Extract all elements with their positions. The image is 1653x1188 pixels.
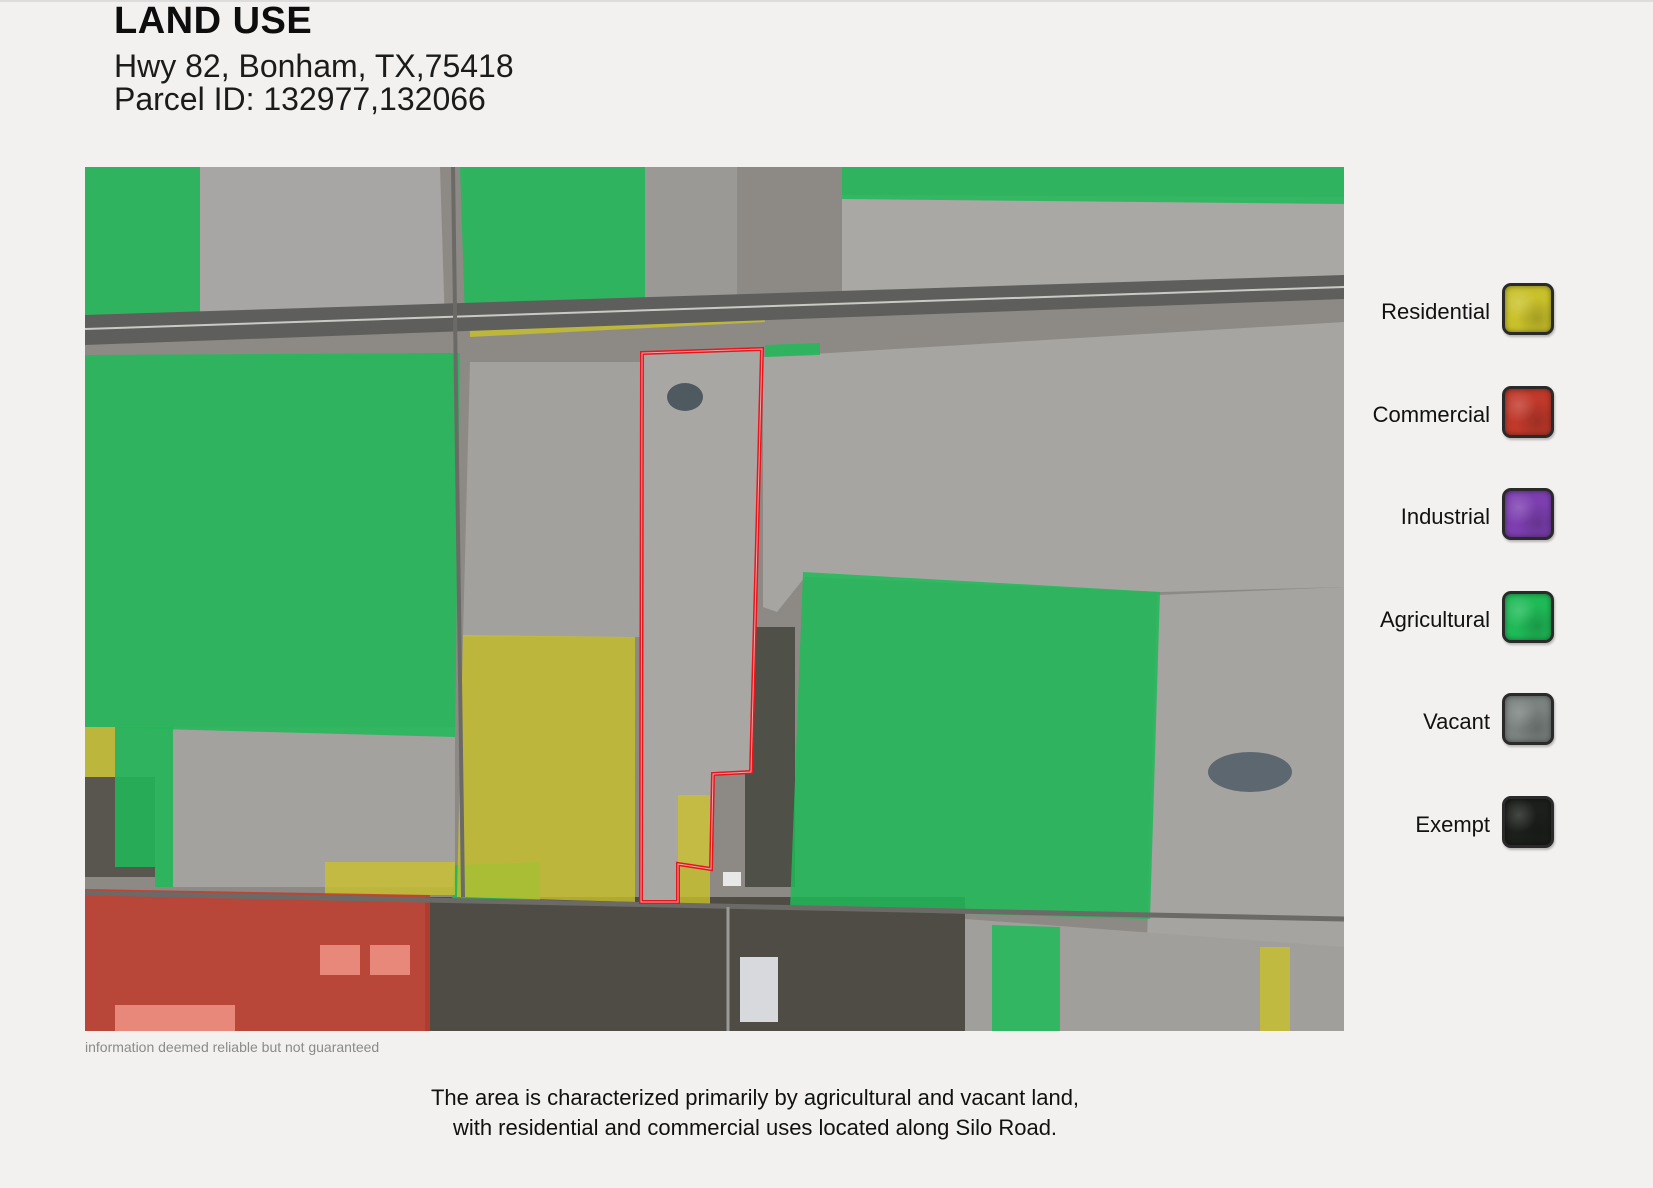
- parcel-id-line: Parcel ID: 132977,132066: [114, 81, 486, 117]
- legend-label: Commercial: [1372, 401, 1490, 427]
- parcel-vacant: [645, 167, 737, 317]
- map-disclaimer: information deemed reliable but not guar…: [85, 1039, 380, 1055]
- legend-item-exempt: Exempt: [1330, 795, 1560, 854]
- building: [723, 872, 741, 886]
- pond: [1208, 752, 1292, 792]
- zone-agricultural: [765, 343, 820, 357]
- legend-label: Residential: [1381, 299, 1490, 324]
- building: [740, 957, 778, 1022]
- legend-swatch-commercial: [1502, 385, 1554, 438]
- legend-swatch-agricultural: [1502, 590, 1554, 643]
- zone-residential: [85, 727, 115, 777]
- zone-agricultural: [790, 572, 1160, 919]
- building: [115, 1005, 235, 1031]
- zone-residential: [1260, 947, 1290, 1031]
- wooded-area: [425, 897, 965, 1031]
- legend-label: Agricultural: [1379, 606, 1490, 632]
- summary-line: with residential and commercial uses loc…: [452, 1115, 1058, 1140]
- legend-swatch-residential: [1502, 283, 1554, 335]
- legend-item-industrial: Industrial: [1330, 488, 1560, 546]
- legend-label: Industrial: [1400, 504, 1490, 529]
- summary-line: The area is characterized primarily by a…: [430, 1085, 1080, 1110]
- legend-label: Vacant: [1423, 709, 1490, 734]
- land-use-legend: Residential Commercial Industrial Agricu…: [1330, 283, 1560, 898]
- pond: [667, 383, 703, 411]
- zone-agricultural: [85, 167, 200, 319]
- legend-item-agricultural: Agricultural: [1330, 590, 1560, 649]
- zone-residential: [325, 862, 455, 895]
- zone-agricultural: [460, 167, 645, 319]
- zone-agricultural: [115, 727, 173, 887]
- building: [320, 945, 360, 975]
- parcel-vacant: [463, 362, 641, 637]
- zone-residential: [457, 635, 635, 902]
- legend-label: Exempt: [1415, 811, 1490, 837]
- legend-swatch-exempt: [1502, 795, 1554, 848]
- zone-agricultural: [842, 167, 1344, 204]
- area-summary: The area is characterized primarily by a…: [330, 1083, 1180, 1143]
- legend-swatch-industrial: [1502, 488, 1554, 540]
- parcel-vacant: [200, 167, 445, 327]
- page-title: LAND USE: [114, 0, 313, 42]
- legend-swatch-vacant: [1502, 693, 1554, 745]
- zone-agricultural: [992, 925, 1060, 1031]
- zone-residential: [678, 795, 710, 905]
- legend-item-commercial: Commercial: [1330, 385, 1560, 444]
- legend-item-vacant: Vacant: [1330, 693, 1560, 751]
- land-use-map[interactable]: [85, 167, 1344, 1031]
- legend-item-residential: Residential: [1330, 283, 1560, 341]
- building: [370, 945, 410, 975]
- address-block: Hwy 82, Bonham, TX,75418 Parcel ID: 1329…: [114, 50, 514, 116]
- map-canvas: [85, 167, 1344, 1031]
- zone-agricultural: [85, 353, 460, 737]
- parcel-vacant: [763, 322, 1344, 612]
- address-line: Hwy 82, Bonham, TX,75418: [114, 48, 514, 84]
